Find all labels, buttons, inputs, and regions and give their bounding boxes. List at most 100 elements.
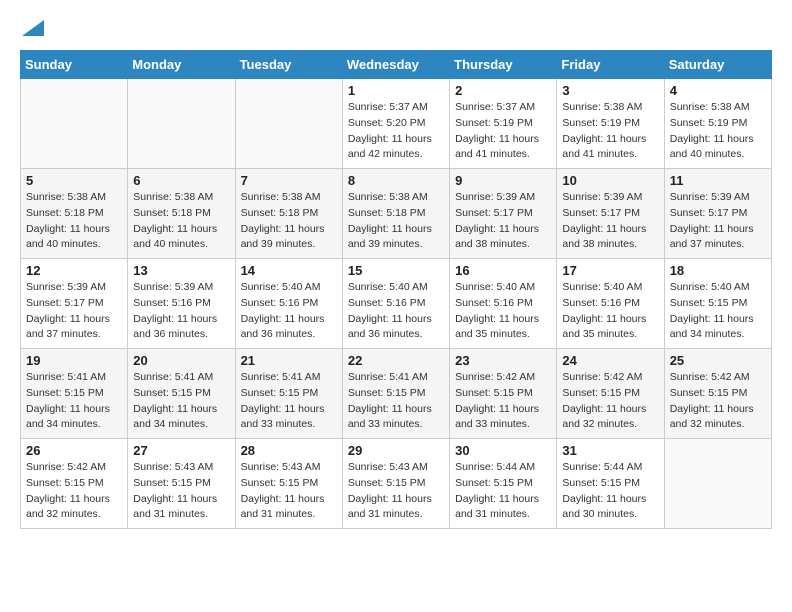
week-row-4: 19 Sunrise: 5:41 AMSunset: 5:15 PMDayligh…: [21, 349, 772, 439]
calendar-cell: 9 Sunrise: 5:39 AMSunset: 5:17 PMDaylight…: [450, 169, 557, 259]
calendar-cell: [235, 79, 342, 169]
calendar-cell: 3 Sunrise: 5:38 AMSunset: 5:19 PMDaylight…: [557, 79, 664, 169]
calendar-cell: 1Sunrise: 5:37 AMSunset: 5:20 PMDaylight…: [342, 79, 449, 169]
cell-info: Sunrise: 5:40 AMSunset: 5:15 PMDaylight:…: [670, 280, 766, 343]
cell-info: Sunrise: 5:38 AMSunset: 5:19 PMDaylight:…: [670, 100, 766, 163]
col-header-wednesday: Wednesday: [342, 51, 449, 79]
cell-info: Sunrise: 5:37 AMSunset: 5:20 PMDaylight:…: [348, 100, 444, 163]
col-header-monday: Monday: [128, 51, 235, 79]
day-number: 18: [670, 263, 766, 278]
calendar-cell: 16 Sunrise: 5:40 AMSunset: 5:16 PMDayligh…: [450, 259, 557, 349]
day-number: 26: [26, 443, 122, 458]
col-header-friday: Friday: [557, 51, 664, 79]
day-number: 12: [26, 263, 122, 278]
cell-info: Sunrise: 5:38 AMSunset: 5:18 PMDaylight:…: [26, 190, 122, 253]
col-header-saturday: Saturday: [664, 51, 771, 79]
calendar-cell: 14Sunrise: 5:40 AMSunset: 5:16 PMDayligh…: [235, 259, 342, 349]
day-number: 29: [348, 443, 444, 458]
day-number: 24: [562, 353, 658, 368]
day-number: 20: [133, 353, 229, 368]
calendar-cell: 25 Sunrise: 5:42 AMSunset: 5:15 PMDayligh…: [664, 349, 771, 439]
cell-info: Sunrise: 5:39 AMSunset: 5:17 PMDaylight:…: [26, 280, 122, 343]
calendar-cell: 30Sunrise: 5:44 AMSunset: 5:15 PMDayligh…: [450, 439, 557, 529]
calendar-cell: 5 Sunrise: 5:38 AMSunset: 5:18 PMDaylight…: [21, 169, 128, 259]
cell-info: Sunrise: 5:38 AMSunset: 5:18 PMDaylight:…: [241, 190, 337, 253]
cell-info: Sunrise: 5:39 AMSunset: 5:16 PMDaylight:…: [133, 280, 229, 343]
calendar-cell: 21 Sunrise: 5:41 AMSunset: 5:15 PMDayligh…: [235, 349, 342, 439]
page-header: [20, 20, 772, 40]
calendar-cell: 20 Sunrise: 5:41 AMSunset: 5:15 PMDayligh…: [128, 349, 235, 439]
cell-info: Sunrise: 5:38 AMSunset: 5:18 PMDaylight:…: [133, 190, 229, 253]
calendar-cell: 7Sunrise: 5:38 AMSunset: 5:18 PMDaylight…: [235, 169, 342, 259]
cell-info: Sunrise: 5:43 AMSunset: 5:15 PMDaylight:…: [133, 460, 229, 523]
calendar-cell: 2 Sunrise: 5:37 AMSunset: 5:19 PMDaylight…: [450, 79, 557, 169]
calendar-cell: 31Sunrise: 5:44 AMSunset: 5:15 PMDayligh…: [557, 439, 664, 529]
week-row-3: 12 Sunrise: 5:39 AMSunset: 5:17 PMDayligh…: [21, 259, 772, 349]
cell-info: Sunrise: 5:39 AMSunset: 5:17 PMDaylight:…: [455, 190, 551, 253]
week-row-5: 26 Sunrise: 5:42 AMSunset: 5:15 PMDayligh…: [21, 439, 772, 529]
cell-info: Sunrise: 5:39 AMSunset: 5:17 PMDaylight:…: [562, 190, 658, 253]
day-number: 16: [455, 263, 551, 278]
cell-info: Sunrise: 5:42 AMSunset: 5:15 PMDaylight:…: [26, 460, 122, 523]
day-number: 19: [26, 353, 122, 368]
day-number: 2: [455, 83, 551, 98]
cell-info: Sunrise: 5:41 AMSunset: 5:15 PMDaylight:…: [133, 370, 229, 433]
cell-info: Sunrise: 5:39 AMSunset: 5:17 PMDaylight:…: [670, 190, 766, 253]
calendar-cell: 18 Sunrise: 5:40 AMSunset: 5:15 PMDayligh…: [664, 259, 771, 349]
day-number: 8: [348, 173, 444, 188]
calendar-cell: 23 Sunrise: 5:42 AMSunset: 5:15 PMDayligh…: [450, 349, 557, 439]
day-number: 31: [562, 443, 658, 458]
cell-info: Sunrise: 5:43 AMSunset: 5:15 PMDaylight:…: [241, 460, 337, 523]
calendar-cell: 24 Sunrise: 5:42 AMSunset: 5:15 PMDayligh…: [557, 349, 664, 439]
cell-info: Sunrise: 5:41 AMSunset: 5:15 PMDaylight:…: [348, 370, 444, 433]
cell-info: Sunrise: 5:40 AMSunset: 5:16 PMDaylight:…: [455, 280, 551, 343]
day-number: 27: [133, 443, 229, 458]
day-number: 28: [241, 443, 337, 458]
calendar-table: SundayMondayTuesdayWednesdayThursdayFrid…: [20, 50, 772, 529]
calendar-cell: 4Sunrise: 5:38 AMSunset: 5:19 PMDaylight…: [664, 79, 771, 169]
cell-info: Sunrise: 5:41 AMSunset: 5:15 PMDaylight:…: [241, 370, 337, 433]
calendar-cell: 27 Sunrise: 5:43 AMSunset: 5:15 PMDayligh…: [128, 439, 235, 529]
cell-info: Sunrise: 5:41 AMSunset: 5:15 PMDaylight:…: [26, 370, 122, 433]
calendar-cell: 13 Sunrise: 5:39 AMSunset: 5:16 PMDayligh…: [128, 259, 235, 349]
cell-info: Sunrise: 5:38 AMSunset: 5:19 PMDaylight:…: [562, 100, 658, 163]
day-number: 22: [348, 353, 444, 368]
day-number: 25: [670, 353, 766, 368]
calendar-cell: 26 Sunrise: 5:42 AMSunset: 5:15 PMDayligh…: [21, 439, 128, 529]
calendar-cell: [21, 79, 128, 169]
calendar-cell: 8 Sunrise: 5:38 AMSunset: 5:18 PMDaylight…: [342, 169, 449, 259]
day-number: 9: [455, 173, 551, 188]
calendar-cell: 29 Sunrise: 5:43 AMSunset: 5:15 PMDayligh…: [342, 439, 449, 529]
day-number: 21: [241, 353, 337, 368]
day-number: 13: [133, 263, 229, 278]
calendar-cell: 11 Sunrise: 5:39 AMSunset: 5:17 PMDayligh…: [664, 169, 771, 259]
cell-info: Sunrise: 5:38 AMSunset: 5:18 PMDaylight:…: [348, 190, 444, 253]
day-number: 6: [133, 173, 229, 188]
cell-info: Sunrise: 5:37 AMSunset: 5:19 PMDaylight:…: [455, 100, 551, 163]
logo: [20, 20, 44, 40]
cell-info: Sunrise: 5:42 AMSunset: 5:15 PMDaylight:…: [670, 370, 766, 433]
day-number: 10: [562, 173, 658, 188]
week-row-1: 1Sunrise: 5:37 AMSunset: 5:20 PMDaylight…: [21, 79, 772, 169]
logo-icon: [22, 20, 44, 36]
week-row-2: 5 Sunrise: 5:38 AMSunset: 5:18 PMDaylight…: [21, 169, 772, 259]
calendar-cell: [664, 439, 771, 529]
day-number: 5: [26, 173, 122, 188]
calendar-cell: 15Sunrise: 5:40 AMSunset: 5:16 PMDayligh…: [342, 259, 449, 349]
day-number: 3: [562, 83, 658, 98]
cell-info: Sunrise: 5:40 AMSunset: 5:16 PMDaylight:…: [562, 280, 658, 343]
day-number: 14: [241, 263, 337, 278]
calendar-cell: 22 Sunrise: 5:41 AMSunset: 5:15 PMDayligh…: [342, 349, 449, 439]
day-number: 30: [455, 443, 551, 458]
cell-info: Sunrise: 5:42 AMSunset: 5:15 PMDaylight:…: [455, 370, 551, 433]
day-number: 23: [455, 353, 551, 368]
cell-info: Sunrise: 5:43 AMSunset: 5:15 PMDaylight:…: [348, 460, 444, 523]
calendar-cell: [128, 79, 235, 169]
day-number: 17: [562, 263, 658, 278]
col-header-tuesday: Tuesday: [235, 51, 342, 79]
cell-info: Sunrise: 5:40 AMSunset: 5:16 PMDaylight:…: [348, 280, 444, 343]
day-number: 11: [670, 173, 766, 188]
cell-info: Sunrise: 5:42 AMSunset: 5:15 PMDaylight:…: [562, 370, 658, 433]
calendar-cell: 6 Sunrise: 5:38 AMSunset: 5:18 PMDaylight…: [128, 169, 235, 259]
col-header-thursday: Thursday: [450, 51, 557, 79]
